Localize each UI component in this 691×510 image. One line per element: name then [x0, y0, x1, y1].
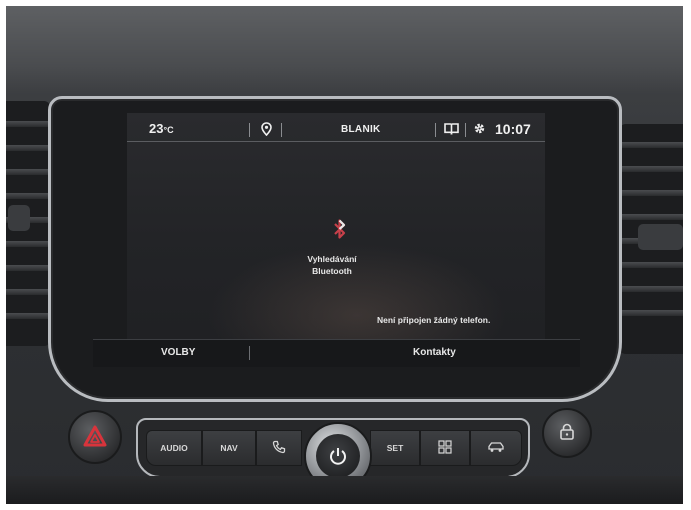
right-air-vent	[618, 124, 683, 354]
left-air-vent	[6, 101, 50, 346]
clock: 10:07	[495, 121, 531, 137]
screen-bezel: 23°C BLANIK 10:07 Vyhledávání Bluetooth …	[48, 96, 622, 402]
car-icon	[487, 441, 505, 455]
book-icon[interactable]	[444, 122, 459, 140]
navigation-pin-icon[interactable]	[261, 122, 272, 141]
gear-icon[interactable]	[473, 122, 486, 140]
bluetooth-icon	[332, 217, 348, 246]
bottom-bar: VOLBY Kontakty	[93, 339, 580, 367]
hazard-button[interactable]	[68, 410, 122, 464]
temperature-readout: 23°C	[149, 121, 174, 136]
phone-button[interactable]	[256, 430, 302, 466]
infotainment-screen: 23°C BLANIK 10:07 Vyhledávání Bluetooth …	[93, 113, 580, 367]
hazard-icon	[83, 425, 107, 452]
bluetooth-search-label: Vyhledávání Bluetooth	[307, 254, 357, 276]
power-icon	[328, 446, 348, 471]
lower-console	[6, 476, 683, 504]
dashboard-photo: 23°C BLANIK 10:07 Vyhledávání Bluetooth …	[6, 6, 683, 504]
central-lock-button[interactable]	[542, 408, 592, 458]
options-button[interactable]: VOLBY	[161, 347, 195, 358]
status-divider	[127, 141, 545, 142]
status-bar: 23°C BLANIK 10:07	[127, 113, 545, 139]
apps-grid-icon	[438, 440, 452, 456]
contacts-button[interactable]: Kontakty	[413, 347, 456, 358]
audio-button[interactable]: AUDIO	[146, 430, 202, 466]
dashboard-top	[6, 6, 683, 92]
phone-connection-status: Není připojen žádný telefon.	[377, 315, 491, 325]
vehicle-button[interactable]	[470, 430, 522, 466]
audio-source-label[interactable]: BLANIK	[341, 124, 381, 135]
phone-icon	[272, 440, 286, 456]
nav-button[interactable]: NAV	[202, 430, 256, 466]
set-button[interactable]: SET	[370, 430, 420, 466]
lock-icon	[559, 423, 575, 446]
apps-button[interactable]	[420, 430, 470, 466]
